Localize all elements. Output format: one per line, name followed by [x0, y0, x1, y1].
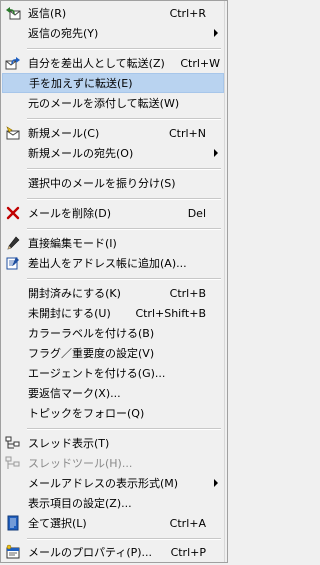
menu-item-attach-agent[interactable]: エージェントを付ける(G)...	[2, 363, 224, 383]
menu-item-shortcut: Del	[187, 206, 206, 220]
menu-item-label: 全て選択(L)	[28, 517, 87, 530]
menu-item-new-mail-recipients[interactable]: 新規メールの宛先(O)	[2, 143, 224, 163]
menu-separator	[27, 198, 221, 200]
menu-item-shortcut: Ctrl+W	[180, 56, 220, 70]
menu-item-flag-priority[interactable]: フラグ／重要度の設定(V)	[2, 343, 224, 363]
menu-item-label: 表示項目の設定(Z)...	[28, 497, 132, 510]
menu-item-forward-as-attachment[interactable]: 元のメールを添付して転送(W)	[2, 93, 224, 113]
pencil-icon	[2, 233, 24, 253]
menu-item-label: 返信(R)	[28, 7, 67, 20]
menu-item-label: 直接編集モード(I)	[28, 237, 117, 250]
address-book-edit-icon	[2, 253, 24, 273]
menu-item-label: 新規メール(C)	[28, 127, 100, 140]
menu-item-label: 未開封にする(U)	[28, 307, 111, 320]
menu-item-reply-recipients[interactable]: 返信の宛先(Y)	[2, 23, 224, 43]
menu-separator	[27, 538, 221, 540]
menu-item-mark-unread[interactable]: 未開封にする(U) Ctrl+Shift+B	[2, 303, 224, 323]
menu-item-reply-mark[interactable]: 要返信マーク(X)...	[2, 383, 224, 403]
menu-item-color-label[interactable]: カラーラベルを付ける(B)	[2, 323, 224, 343]
menu-item-label: メールアドレスの表示形式(M)	[28, 477, 179, 490]
menu-item-shortcut: Ctrl+Shift+B	[135, 306, 206, 320]
menu-separator	[27, 428, 221, 430]
menu-item-shortcut: Ctrl+R	[169, 6, 206, 20]
menu-item-new-mail[interactable]: 新規メール(C) Ctrl+N	[2, 123, 224, 143]
menu-item-label: 返信の宛先(Y)	[28, 27, 99, 40]
menu-item-reply[interactable]: 返信(R) Ctrl+R	[2, 3, 224, 23]
select-all-icon	[2, 513, 24, 533]
menu-item-mark-read[interactable]: 開封済みにする(K) Ctrl+B	[2, 283, 224, 303]
menu-item-label: フラグ／重要度の設定(V)	[28, 347, 155, 360]
menu-item-delete[interactable]: メールを削除(D) Del	[2, 203, 224, 223]
menu-separator	[27, 118, 221, 120]
menu-item-select-all[interactable]: 全て選択(L) Ctrl+A	[2, 513, 224, 533]
menu-item-label: メールを削除(D)	[28, 207, 112, 220]
menu-item-label: 新規メールの宛先(O)	[28, 147, 134, 160]
properties-icon	[2, 542, 24, 562]
menu-separator	[27, 168, 221, 170]
menu-item-shortcut: Ctrl+A	[169, 516, 206, 530]
menu-item-label: カラーラベルを付ける(B)	[28, 327, 155, 340]
reply-icon	[2, 3, 24, 23]
menu-item-label: 自分を差出人として転送(Z)	[28, 57, 165, 70]
menu-item-thread-view[interactable]: スレッド表示(T)	[2, 433, 224, 453]
menu-separator	[27, 228, 221, 230]
menu-separator	[27, 278, 221, 280]
menu-item-properties[interactable]: メールのプロパティ(P)... Ctrl+P	[2, 542, 224, 562]
menu-item-thread-tool: スレッドツール(H)...	[2, 453, 224, 473]
menu-item-label: スレッドツール(H)...	[28, 457, 133, 470]
menu-item-add-to-address-book[interactable]: 差出人をアドレス帳に追加(A)...	[2, 253, 224, 273]
submenu-arrow-icon	[214, 149, 218, 157]
menu-item-label: 元のメールを添付して転送(W)	[28, 97, 180, 110]
menu-item-direct-edit[interactable]: 直接編集モード(I)	[2, 233, 224, 253]
menu-item-shortcut: Ctrl+N	[168, 126, 206, 140]
menu-separator	[27, 48, 221, 50]
menu-item-label: トピックをフォロー(Q)	[28, 407, 145, 420]
menu-item-label: 要返信マーク(X)...	[28, 387, 121, 400]
menu-item-forward-unchanged[interactable]: 手を加えずに転送(E)	[2, 73, 224, 93]
thread-view-icon	[2, 433, 24, 453]
menu-item-display-settings[interactable]: 表示項目の設定(Z)...	[2, 493, 224, 513]
menu-item-label: メールのプロパティ(P)...	[28, 546, 153, 559]
menu-item-sort-selected[interactable]: 選択中のメールを振り分け(S)	[2, 173, 224, 193]
menu-item-label: 差出人をアドレス帳に追加(A)...	[28, 257, 187, 270]
forward-as-sender-icon	[2, 53, 24, 73]
menu-item-label: エージェントを付ける(G)...	[28, 367, 166, 380]
menu-item-label: 手を加えずに転送(E)	[29, 77, 133, 90]
new-mail-icon	[2, 123, 24, 143]
submenu-arrow-icon	[214, 479, 218, 487]
thread-tool-icon	[2, 453, 24, 473]
menu-item-label: スレッド表示(T)	[28, 437, 110, 450]
menu-item-label: 開封済みにする(K)	[28, 287, 121, 300]
menu-item-forward-as-sender[interactable]: 自分を差出人として転送(Z) Ctrl+W	[2, 53, 224, 73]
delete-x-icon	[2, 203, 24, 223]
menu-item-shortcut: Ctrl+P	[170, 545, 206, 559]
menu-item-follow-topic[interactable]: トピックをフォロー(Q)	[2, 403, 224, 423]
submenu-arrow-icon	[214, 29, 218, 37]
menu-item-shortcut: Ctrl+B	[169, 286, 206, 300]
menu-item-label: 選択中のメールを振り分け(S)	[28, 177, 176, 190]
context-menu: 返信(R) Ctrl+R 返信の宛先(Y) 自分を差出人として転送(Z) Ctr…	[0, 0, 228, 563]
menu-item-address-format[interactable]: メールアドレスの表示形式(M)	[2, 473, 224, 493]
